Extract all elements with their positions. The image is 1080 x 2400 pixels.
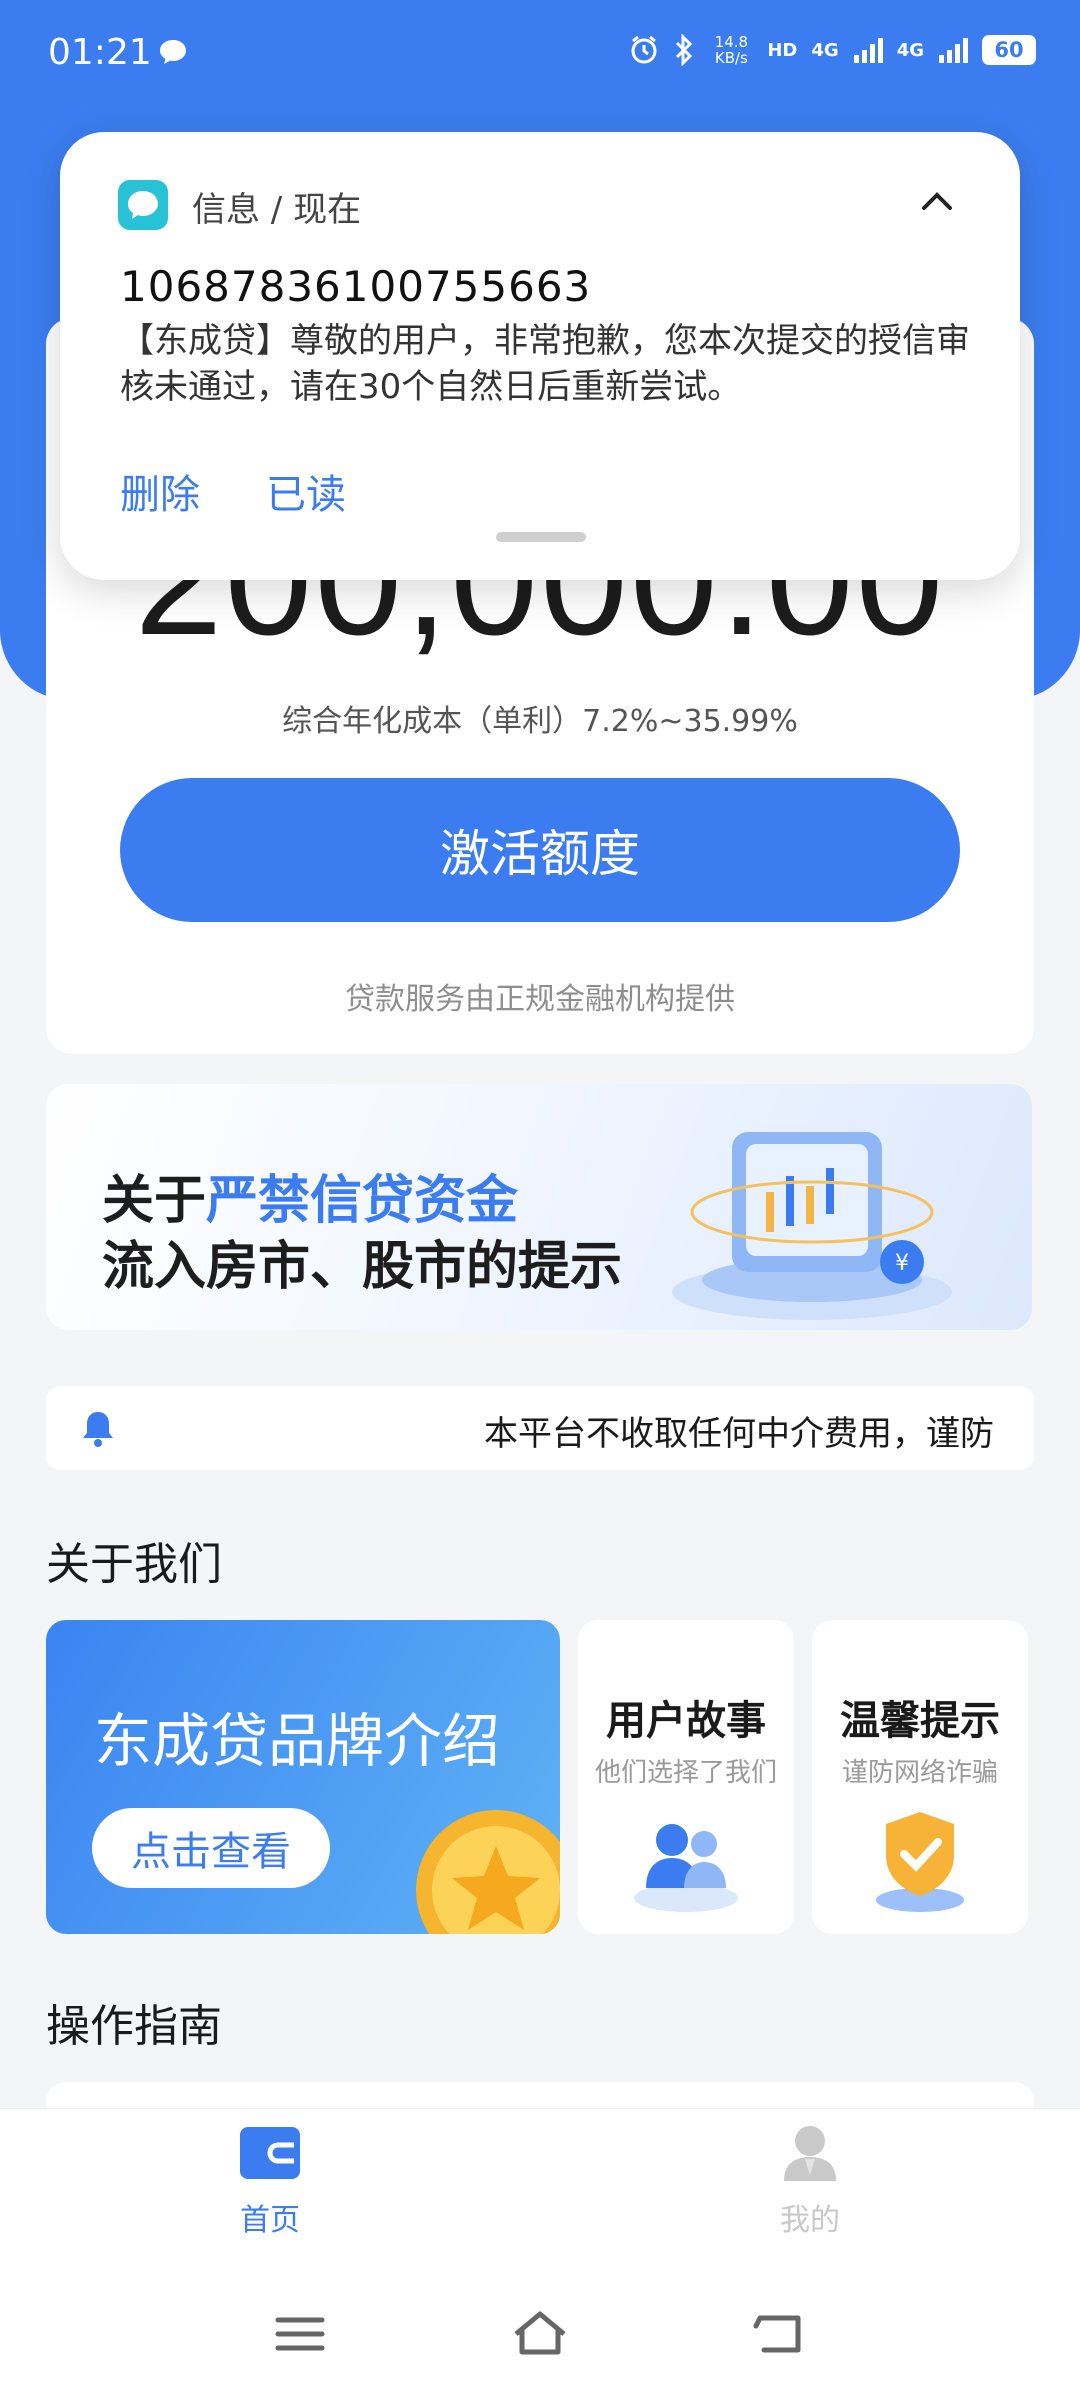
stock-chart-illustration-icon: ¥ — [672, 1132, 952, 1320]
status-time: 01:21 — [48, 32, 152, 73]
notification-read-button[interactable]: 已读 — [266, 462, 346, 520]
warm-tips-subtitle: 谨防网络诈骗 — [841, 1758, 998, 1788]
notification-sender: 10687836100755663 — [120, 262, 592, 311]
banner-title-line2: 流入房市、股市的提示 — [102, 1237, 623, 1297]
notice-ticker[interactable]: 本平台不收取任何中介费用，谨防 — [46, 1386, 1034, 1470]
wallet-icon — [240, 2127, 300, 2179]
activate-credit-button[interactable]: 激活额度 — [120, 778, 960, 922]
annual-rate-text: 综合年化成本（单利）7.2%~35.99% — [282, 704, 798, 739]
view-brand-button[interactable]: 点击查看 — [92, 1808, 330, 1888]
sms-notification[interactable]: 信息 / 现在 10687836100755663 【东成贷】尊敬的用户，非常抱… — [60, 132, 1020, 580]
svg-text:¥: ¥ — [895, 1251, 909, 1276]
bell-icon — [83, 1412, 113, 1447]
network-speed: 14.8 KB/s — [714, 33, 749, 67]
hd-indicator: HD — [767, 39, 798, 61]
guide-section-title: 操作指南 — [46, 2001, 222, 2052]
messages-app-icon — [118, 180, 168, 230]
user-icon — [784, 2126, 836, 2181]
brand-intro-card[interactable]: 东成贷品牌介绍 点击查看 — [46, 1620, 560, 1934]
brand-intro-title: 东成贷品牌介绍 — [94, 1707, 501, 1775]
sim2-network-label: 4G — [896, 39, 924, 61]
nav-home-tab[interactable]: 首页 — [170, 2123, 370, 2239]
bottom-navigation: 首页 我的 — [0, 2108, 1080, 2268]
star-coin-icon — [416, 1810, 560, 1934]
users-icon — [634, 1824, 738, 1912]
back-icon[interactable] — [750, 2308, 810, 2360]
nav-mine-tab[interactable]: 我的 — [710, 2123, 910, 2239]
credit-notice-banner[interactable]: 关于严禁信贷资金 流入房市、股市的提示 ¥ — [46, 1084, 1032, 1330]
message-notification-icon — [160, 40, 186, 64]
shield-check-icon — [876, 1812, 964, 1912]
notification-delete-button[interactable]: 删除 — [120, 462, 200, 520]
notice-text: 本平台不收取任何中介费用，谨防 — [484, 1414, 994, 1454]
bluetooth-icon — [676, 34, 693, 66]
notification-app-name: 信息 / 现在 — [192, 190, 362, 230]
nav-mine-label: 我的 — [780, 2203, 840, 2238]
user-story-subtitle: 他们选择了我们 — [594, 1758, 777, 1788]
user-story-title: 用户故事 — [606, 1698, 766, 1744]
notification-body: 【东成贷】尊敬的用户，非常抱歉，您本次提交的授信审核未通过，请在30个自然日后重… — [120, 321, 970, 407]
banner-title-line1: 关于严禁信贷资金 — [102, 1171, 519, 1231]
signal-icon-2 — [939, 38, 968, 63]
warm-tips-title: 温馨提示 — [840, 1698, 1000, 1744]
system-navigation-bar — [0, 2268, 1080, 2400]
menu-icon[interactable] — [270, 2308, 330, 2360]
user-story-card[interactable]: 用户故事 他们选择了我们 — [578, 1620, 794, 1934]
home-icon[interactable] — [510, 2308, 570, 2360]
status-icons: 14.8 KB/s HD 4G 4G 60 — [629, 34, 1036, 66]
battery-icon: 60 — [982, 35, 1036, 65]
provider-note: 贷款服务由正规金融机构提供 — [345, 982, 735, 1017]
nav-home-label: 首页 — [240, 2203, 300, 2238]
about-section-title: 关于我们 — [46, 1539, 222, 1590]
notification-drag-handle[interactable] — [496, 532, 586, 542]
warm-tips-card[interactable]: 温馨提示 谨防网络诈骗 — [812, 1620, 1028, 1934]
status-bar: 01:21 14.8 KB/s HD 4G 4G 60 — [0, 0, 1080, 110]
sim1-network-label: 4G — [811, 39, 839, 61]
signal-icon — [853, 38, 883, 63]
alarm-icon — [631, 35, 657, 64]
collapse-chevron-icon[interactable] — [920, 188, 954, 212]
